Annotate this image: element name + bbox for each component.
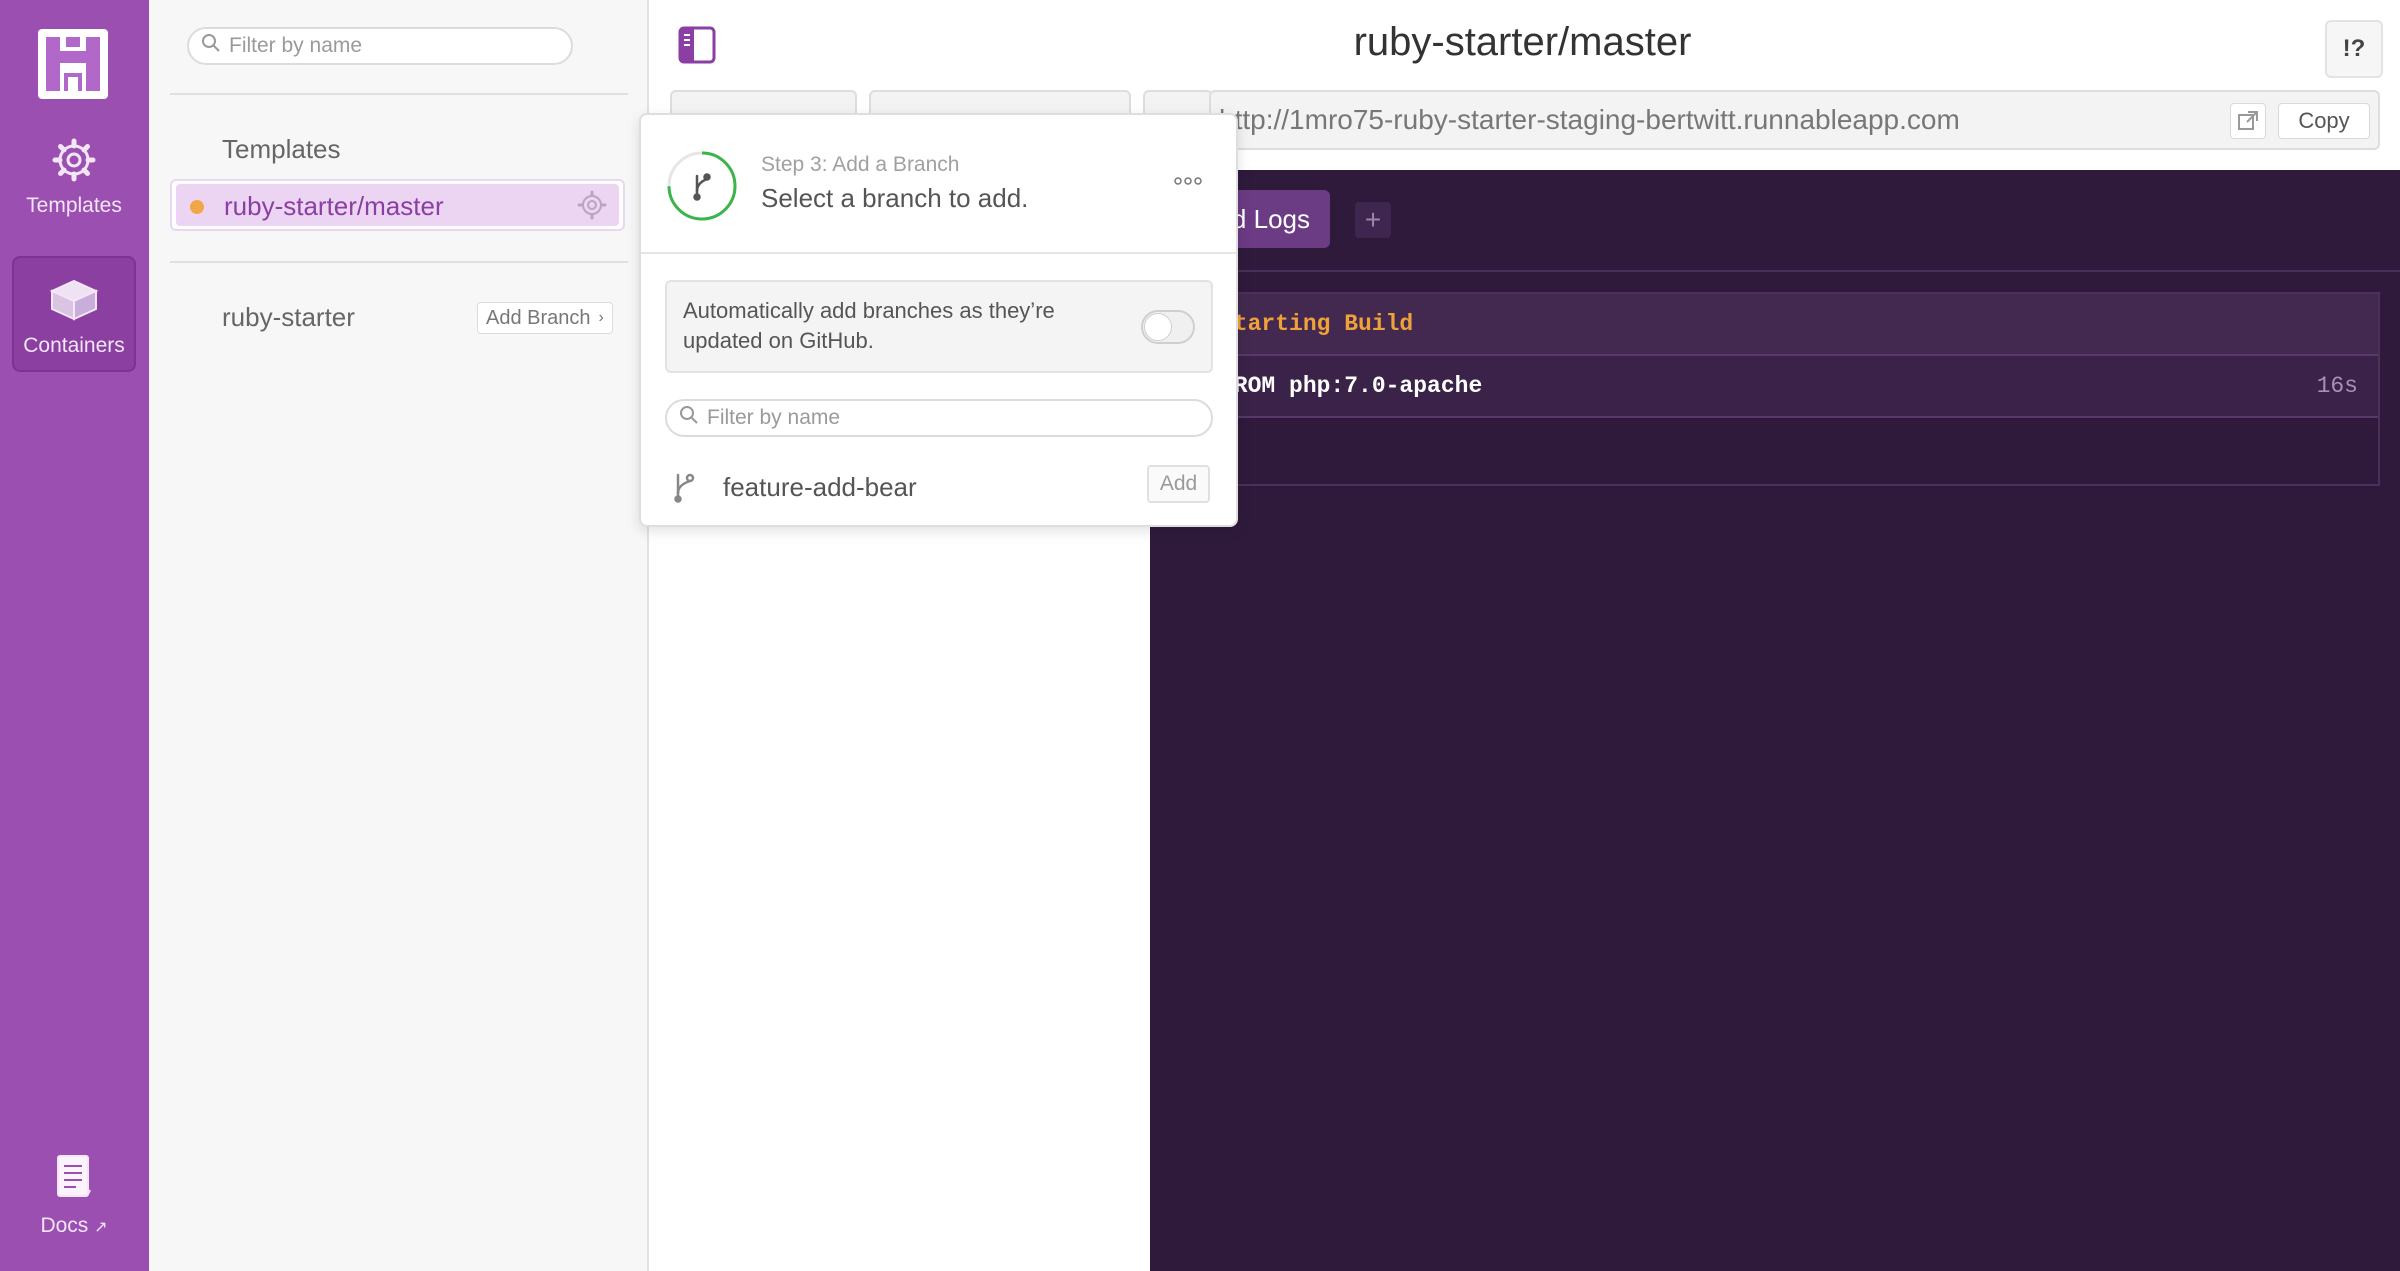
log-line-text: Starting Build [1220,311,1414,337]
rail-docs-label: Docs [40,1214,89,1237]
log-line-empty [1150,418,2378,480]
log-divider [1150,270,2400,272]
sidebar-search-placeholder: Filter by name [229,34,363,57]
help-button[interactable]: !? [2325,20,2383,78]
popover-divider [641,252,1236,254]
add-branch-item-button[interactable]: Add [1147,465,1210,503]
open-external-icon[interactable] [2230,103,2266,139]
rail-docs-link[interactable]: Docs ↗ [12,1154,136,1238]
copy-url-button[interactable]: Copy [2278,103,2370,139]
sidebar-item-selected[interactable]: ruby-starter/master [170,179,625,231]
auto-add-setting: Automatically add branches as they’re up… [665,280,1213,373]
page-title-text: ruby-starter/master [1353,20,1692,64]
sidebar-section-heading: Templates [222,134,341,164]
branch-icon [671,471,697,508]
chevron-right-icon: › [598,309,604,326]
settings-gear-icon[interactable] [577,190,607,225]
step-progress-ring [665,149,739,228]
document-icon [12,1154,136,1208]
sidebar-search-input[interactable]: Filter by name [187,27,573,65]
log-line[interactable]: Starting Build [1150,294,2378,356]
toggle-knob [1144,313,1172,341]
sidebar-item-label: ruby-starter/master [224,191,444,221]
more-options-icon[interactable] [1174,173,1202,191]
add-branch-label: Add Branch [486,306,591,329]
sidebar-divider [170,261,628,263]
log-line-text: FROM php:7.0-apache [1220,373,1483,399]
build-logs-panel: Build Logs + Starting Build FROM php:7.0… [1150,170,2400,1271]
repo-name: ruby-starter [222,302,355,332]
gear-icon [12,138,136,188]
branch-search-placeholder: Filter by name [707,406,841,429]
add-branch-popover: Step 3: Add a Branch Select a branch to … [639,113,1238,527]
log-line[interactable]: FROM php:7.0-apache 16s [1150,356,2378,418]
rail-templates-button[interactable]: Templates [12,138,136,232]
app-rail: Templates Containers Docs ↗ [0,0,149,1271]
page-title: ruby-starter/master [649,20,2400,65]
add-terminal-button[interactable]: + [1355,202,1391,238]
step-label: Step 3: Add a Branch [761,153,960,176]
templates-sidebar: Filter by name Templates ruby-starter/ma… [149,0,649,1271]
rail-templates-label: Templates [26,194,122,217]
runnable-logo[interactable] [38,29,108,99]
sidebar-divider [170,93,628,95]
rail-containers-label: Containers [23,334,125,357]
external-link-icon: ↗ [94,1219,108,1236]
search-icon [679,405,699,431]
rail-containers-button[interactable]: Containers [12,256,136,372]
url-bar: http://1mro75-ruby-starter-staging-bertw… [1209,90,2380,150]
sidebar-item-highlight: ruby-starter/master [176,184,619,226]
container-url[interactable]: http://1mro75-ruby-starter-staging-bertw… [1219,104,1960,136]
branch-name: feature-add-bear [723,472,917,502]
branch-list-item[interactable]: feature-add-bear Add [641,459,1236,515]
log-line-duration: 16s [2316,373,2358,399]
search-icon [201,33,221,59]
add-branch-button[interactable]: Add Branch › [477,302,613,334]
status-dot [190,200,204,214]
auto-add-text: Automatically add branches as they’re up… [683,298,1055,353]
popover-title: Select a branch to add. [761,183,1029,213]
log-output: Starting Build FROM php:7.0-apache 16s [1150,292,2380,486]
box-icon [14,278,134,328]
auto-add-toggle[interactable] [1141,310,1195,344]
branch-search-input[interactable]: Filter by name [665,399,1213,437]
